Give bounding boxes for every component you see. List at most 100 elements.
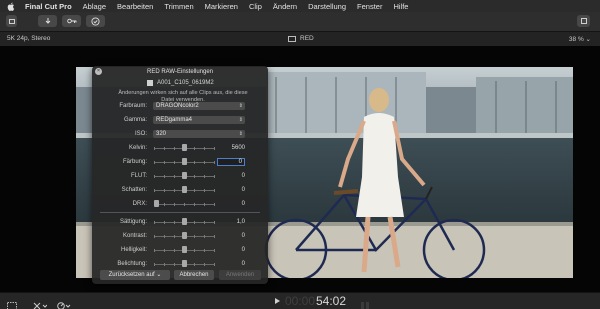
helligkeit-value: 0	[241, 247, 245, 253]
play-icon[interactable]	[275, 298, 280, 304]
farbraum-popup[interactable]: DRAGONcolor2 ⇕	[153, 102, 245, 110]
menu-ablage[interactable]: Ablage	[83, 2, 106, 11]
belichtung-value: 0	[241, 261, 245, 267]
menu-darstellung[interactable]: Darstellung	[308, 2, 346, 11]
slider-tick	[194, 263, 195, 266]
belichtung-slider[interactable]	[154, 260, 215, 268]
audio-meters-icon[interactable]	[360, 297, 370, 309]
slider-tick	[194, 203, 195, 206]
divider	[100, 212, 260, 213]
faerbung-value-field[interactable]: 0	[217, 158, 245, 166]
background-tasks-button[interactable]	[86, 15, 105, 27]
cancel-button[interactable]: Abbrechen	[174, 270, 214, 280]
timecode-dim: 00:00	[285, 294, 316, 308]
slider-tick	[154, 249, 155, 252]
slider-knob[interactable]	[181, 186, 187, 193]
film-icon	[147, 80, 153, 86]
slider-knob[interactable]	[181, 246, 187, 253]
slider-tick	[164, 161, 165, 164]
slider-knob[interactable]	[181, 260, 187, 267]
format-info: 5K 24p, Stereo	[7, 35, 51, 42]
slider-tick	[204, 147, 205, 150]
slider-tick	[174, 203, 175, 206]
slider-tick	[204, 263, 205, 266]
slider-tick	[164, 249, 165, 252]
menu-trimmen[interactable]: Trimmen	[164, 2, 193, 11]
slider-tick	[214, 235, 215, 238]
belichtung-label: Belichtung:	[117, 261, 147, 267]
faerbung-label: Färbung:	[122, 159, 147, 165]
hud-clip: A001_C105_0619M2	[147, 80, 214, 86]
zoom-popup[interactable]: 38 % ⌄	[569, 35, 591, 43]
library-window-button[interactable]	[6, 15, 17, 27]
import-icon	[45, 18, 50, 24]
slider-tick	[174, 161, 175, 164]
slider-tick	[154, 161, 155, 164]
menu-clip[interactable]: Clip	[249, 2, 262, 11]
key-icon	[66, 18, 76, 24]
slider-knob[interactable]	[181, 158, 187, 165]
viewer	[0, 46, 600, 292]
slider-tick	[204, 221, 205, 224]
slider-tick	[214, 189, 215, 192]
helligkeit-slider[interactable]	[154, 246, 215, 254]
flut-slider[interactable]	[154, 172, 215, 180]
iso-popup[interactable]: 320 ⇕	[153, 130, 245, 138]
keywords-button[interactable]	[62, 15, 81, 27]
slider-knob[interactable]	[181, 144, 187, 151]
kelvin-label: Kelvin:	[128, 145, 147, 151]
slider-knob[interactable]	[181, 232, 187, 239]
slider-tick	[214, 203, 215, 206]
menu-bar: Final Cut Pro Ablage Bearbeiten Trimmen …	[0, 0, 600, 12]
import-button[interactable]	[38, 15, 57, 27]
slider-knob[interactable]	[181, 172, 187, 179]
iso-label: ISO:	[134, 131, 147, 137]
schatten-value: 0	[241, 187, 245, 193]
saettigung-slider[interactable]	[154, 218, 215, 226]
slider-tick	[164, 235, 165, 238]
menu-markieren[interactable]: Markieren	[205, 2, 238, 11]
slider-tick	[194, 235, 195, 238]
speed-icon[interactable]	[57, 297, 71, 309]
menu-fenster[interactable]: Fenster	[357, 2, 382, 11]
drx-slider[interactable]	[154, 200, 215, 208]
drx-label: DRX:	[132, 201, 147, 207]
reset-popup[interactable]: Zurücksetzen auf ⌄	[100, 270, 170, 280]
farbraum-label: Farbraum:	[119, 103, 147, 109]
hud-clip-name: A001_C105_0619M2	[157, 80, 214, 86]
slider-tick	[184, 203, 185, 206]
apple-logo-icon[interactable]	[7, 2, 15, 11]
schatten-slider[interactable]	[154, 186, 215, 194]
slider-tick	[214, 175, 215, 178]
kelvin-value: 5600	[231, 145, 245, 151]
menu-aendern[interactable]: Ändern	[273, 2, 297, 11]
kontrast-slider[interactable]	[154, 232, 215, 240]
drx-value: 0	[241, 201, 245, 207]
gamma-value: REDgamma4	[156, 117, 193, 123]
slider-tick	[204, 175, 205, 178]
viewer-header: 5K 24p, Stereo RED 38 % ⌄	[0, 32, 600, 46]
transform-tools-icon[interactable]	[33, 297, 48, 309]
menu-hilfe[interactable]: Hilfe	[393, 2, 408, 11]
slider-tick	[174, 175, 175, 178]
menu-bearbeiten[interactable]: Bearbeiten	[117, 2, 153, 11]
slider-tick	[174, 235, 175, 238]
slider-tick	[194, 175, 195, 178]
slider-knob[interactable]	[154, 200, 159, 207]
gamma-popup[interactable]: REDgamma4 ⇕	[153, 116, 245, 124]
menu-app-name[interactable]: Final Cut Pro	[25, 2, 72, 11]
slider-tick	[164, 175, 165, 178]
kelvin-slider[interactable]	[154, 144, 215, 152]
layout-grid-icon[interactable]	[7, 297, 17, 309]
slider-knob[interactable]	[181, 218, 187, 225]
slider-tick	[164, 147, 165, 150]
apply-button[interactable]: Anwenden	[219, 270, 261, 280]
slider-tick	[194, 249, 195, 252]
slider-tick	[154, 147, 155, 150]
toolbar	[0, 12, 600, 32]
flut-value: 0	[241, 173, 245, 179]
slider-tick	[164, 221, 165, 224]
faerbung-slider[interactable]	[154, 158, 215, 166]
flut-label: FLUT:	[130, 173, 147, 179]
share-button[interactable]	[577, 15, 590, 27]
